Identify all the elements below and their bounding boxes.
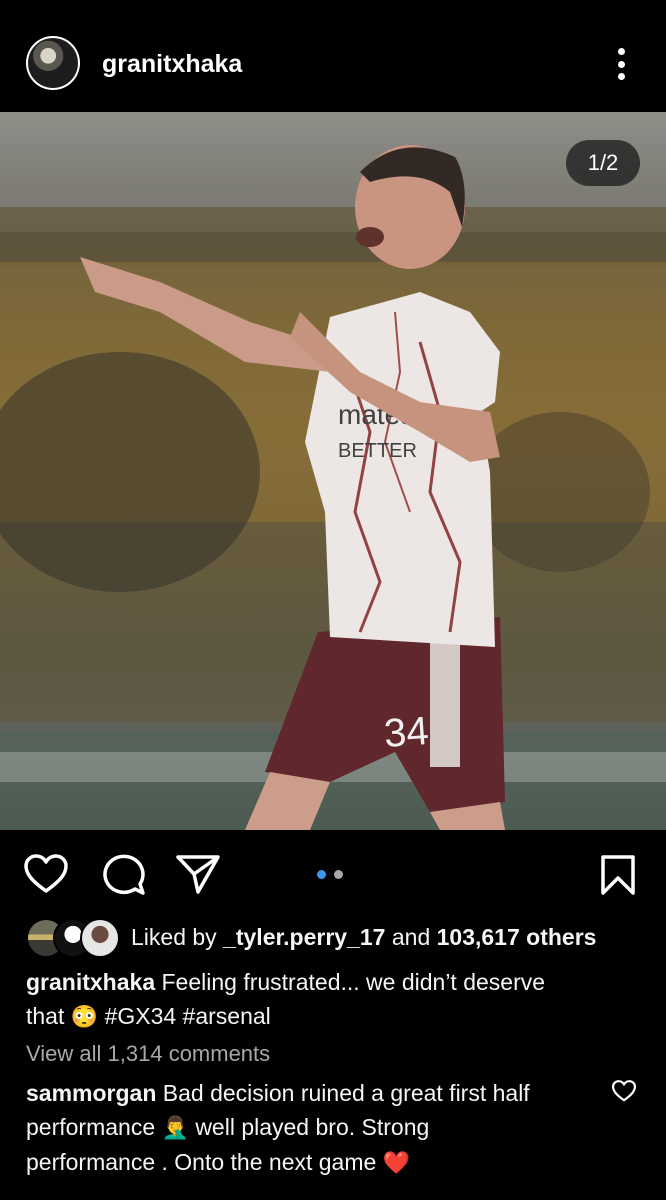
comment-username[interactable]: sammorgan	[26, 1080, 156, 1106]
carousel-dot-active	[317, 870, 326, 879]
comment-item: sammorgan Bad decision ruined a great fi…	[26, 1076, 601, 1180]
comment-text: Bad decision ruined a great first half	[162, 1080, 530, 1106]
comment-like-icon[interactable]	[612, 1080, 636, 1107]
heart-icon[interactable]	[24, 854, 68, 899]
flushed-emoji: 😳	[70, 1004, 99, 1029]
avatar-image	[28, 38, 78, 88]
caption-username[interactable]: granitxhaka	[26, 969, 155, 995]
facepalm-emoji: 🤦‍♂️	[161, 1115, 189, 1140]
player-photo: 34 mates BETTER	[0, 112, 666, 830]
avatar[interactable]	[26, 36, 80, 90]
likes-count[interactable]: 103,617 others	[437, 924, 597, 950]
caption: granitxhaka Feeling frustrated... we did…	[26, 965, 626, 1034]
carousel-indicator	[317, 870, 343, 879]
caption-text-continued: that	[26, 1003, 65, 1029]
photo-counter: 1/2	[566, 140, 640, 186]
likes-prefix: Liked by	[131, 924, 217, 950]
caption-hashtags[interactable]: #GX34 #arsenal	[105, 1003, 271, 1029]
post-header: granitxhaka	[0, 0, 666, 112]
username[interactable]: granitxhaka	[102, 50, 242, 79]
action-bar	[0, 840, 666, 910]
likes-connector: and	[391, 924, 431, 950]
likes-row[interactable]: Liked by _tyler.perry_17 and 103,617 oth…	[26, 918, 646, 958]
send-icon[interactable]	[176, 854, 220, 901]
post-photo[interactable]: 34 mates BETTER 1/2	[0, 112, 666, 830]
comment-text-3: well played bro. Strong	[195, 1114, 430, 1140]
liker-username[interactable]: _tyler.perry_17	[223, 924, 385, 950]
liker-avatar	[80, 918, 120, 958]
likes-text[interactable]: Liked by _tyler.perry_17 and 103,617 oth…	[131, 924, 596, 951]
caption-text: Feeling frustrated... we didn’t deserve	[161, 969, 546, 995]
comment-icon[interactable]	[102, 854, 146, 901]
comment-text-4: performance . Onto the next game	[26, 1149, 377, 1175]
red-heart-emoji: ❤️	[382, 1150, 411, 1175]
more-options-icon[interactable]	[606, 44, 636, 84]
carousel-dot	[334, 870, 343, 879]
bookmark-icon[interactable]	[600, 854, 636, 901]
view-all-comments-link[interactable]: View all 1,314 comments	[26, 1041, 270, 1067]
comment-text-2: performance	[26, 1114, 156, 1140]
